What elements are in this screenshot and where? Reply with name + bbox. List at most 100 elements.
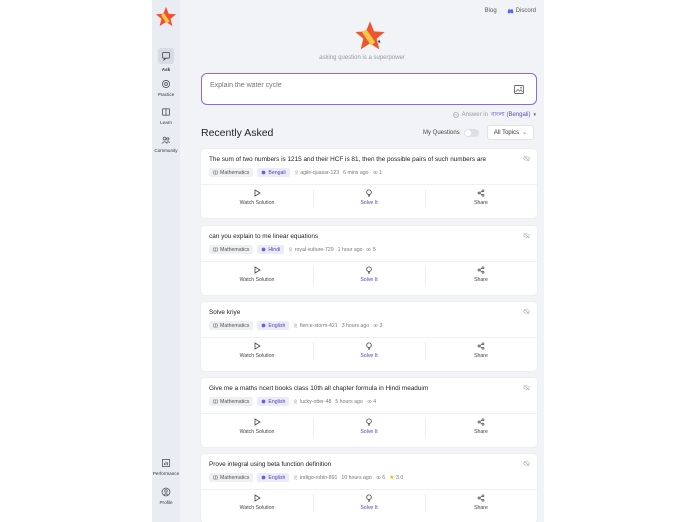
view-count: 3 [379,322,383,329]
question-text: The sum of two numbers is 1215 and their… [209,156,487,163]
solve-it-button[interactable]: Solve It [313,342,425,360]
watch-solution-button[interactable]: Watch Solution [201,418,313,435]
posted-time: 1 hour ago [337,246,363,253]
watch-solution-button[interactable]: Watch Solution [201,342,313,359]
share-button[interactable]: Share [425,189,537,207]
subject-label: Mathematics [220,246,250,253]
play-icon [254,418,261,426]
sidebar-item-profile[interactable]: Profile [152,487,180,505]
sidebar-item-practice[interactable]: Practice [152,79,180,97]
eye-off-icon[interactable] [523,460,530,467]
question-input[interactable] [210,82,500,89]
recently-asked-title: Recently Asked [201,127,274,139]
user-icon [289,247,293,252]
target-icon [162,80,170,88]
ask-box[interactable] [201,73,537,105]
author-name: indigo-robin-891 [299,474,338,481]
posted-time: 5 hours ago [335,398,363,405]
header-links: Blog Discord [485,8,536,14]
share-button[interactable]: Share [425,266,537,284]
language-label: Hindi [268,246,281,253]
watch-solution-button[interactable]: Watch Solution [201,494,313,511]
eye-off-icon[interactable] [523,232,530,239]
globe-icon [262,323,266,328]
app-logo-icon[interactable] [155,6,177,28]
bar-chart-icon [162,459,170,467]
author-name: agile-quasar-123 [300,169,340,176]
author-name: lucky-otter-48 [299,398,332,405]
solve-it-button[interactable]: Solve It [313,494,425,512]
blog-link[interactable]: Blog [485,8,497,14]
views: 3 [373,323,382,329]
language-label: English [268,322,286,329]
my-questions-toggle[interactable] [463,129,479,137]
question-meta: Mathematics English indigo-robin-891 10 … [209,473,403,482]
topics-dropdown[interactable]: All Topics ⌄ [487,125,534,140]
solve-it-button[interactable]: Solve It [313,266,425,284]
star-icon: ★ [389,475,395,481]
sidebar-item-performance[interactable]: Performance [152,458,180,476]
subject-badge: Mathematics [209,321,254,330]
sidebar-item-ask[interactable]: Ask [152,48,180,72]
question-meta: Mathematics Bengali agile-quasar-123 6 m… [209,168,382,177]
play-icon [254,189,261,197]
subject-badge: Mathematics [209,473,254,482]
share-button[interactable]: Share [425,418,537,436]
question-text: can you explain to me linear equations [209,233,319,240]
chat-icon [162,52,170,61]
discord-link[interactable]: Discord [507,8,536,14]
solve-it-button[interactable]: Solve It [313,189,425,207]
globe-icon [262,475,266,480]
discord-icon [507,8,513,14]
watch-solution-label: Watch Solution [239,277,275,283]
question-card[interactable]: Prove integral using beta function defin… [201,454,537,522]
subject-label: Mathematics [220,474,250,481]
view-count: 6 [382,474,386,481]
watch-solution-button[interactable]: Watch Solution [201,266,313,283]
lightbulb-icon [366,342,372,350]
share-label: Share [474,277,488,283]
eye-off-icon[interactable] [523,384,530,391]
posted-time: 10 hours ago [341,474,372,481]
author: royal-vulture-729 [288,247,334,253]
chevron-down-icon: ⌄ [522,130,528,136]
solve-it-label: Solve It [360,200,378,206]
subject-label: Mathematics [220,398,250,405]
posted-time: 6 mins ago [343,169,369,176]
play-icon [254,342,261,350]
view-count: 5 [372,246,376,253]
my-questions-toggle-row: My Questions [423,129,479,137]
question-card[interactable]: The sum of two numbers is 1215 and their… [201,149,537,218]
card-actions: Watch Solution Solve It Share [201,342,537,360]
sidebar-item-learn[interactable]: Learn [152,107,180,125]
image-upload-icon[interactable] [514,85,524,94]
watch-solution-button[interactable]: Watch Solution [201,189,313,206]
eye-off-icon[interactable] [523,155,530,162]
sidebar-item-community[interactable]: Community [152,135,180,153]
play-icon [254,266,261,274]
solve-it-label: Solve It [360,353,378,359]
divider [201,413,537,414]
views: 6 [375,474,386,481]
user-icon [294,323,298,328]
question-card[interactable]: can you explain to me linear equations M… [201,226,537,295]
lightbulb-icon [366,189,372,197]
answer-language-value: বাংলা (Bengali) [490,112,531,118]
language-badge: Bengali [257,168,290,177]
topics-value: All Topics [493,129,520,136]
eye-off-icon[interactable] [523,308,530,315]
divider [201,184,537,185]
right-blank-area [544,0,696,522]
book-icon [213,475,218,480]
share-button[interactable]: Share [425,494,537,512]
divider [201,337,537,338]
share-button[interactable]: Share [425,342,537,360]
globe-icon [262,170,266,175]
solve-it-button[interactable]: Solve It [313,418,425,436]
question-card[interactable]: Solve kriye Mathematics English fierce-s… [201,302,537,371]
answer-language-select[interactable]: Answer in বাংলা (Bengali) ▾ [452,109,536,120]
card-actions: Watch Solution Solve It Share [201,189,537,207]
user-icon [294,475,298,480]
question-card[interactable]: Give me a maths ncert books class 10th a… [201,378,537,447]
chevron-down-icon: ▾ [533,111,536,118]
